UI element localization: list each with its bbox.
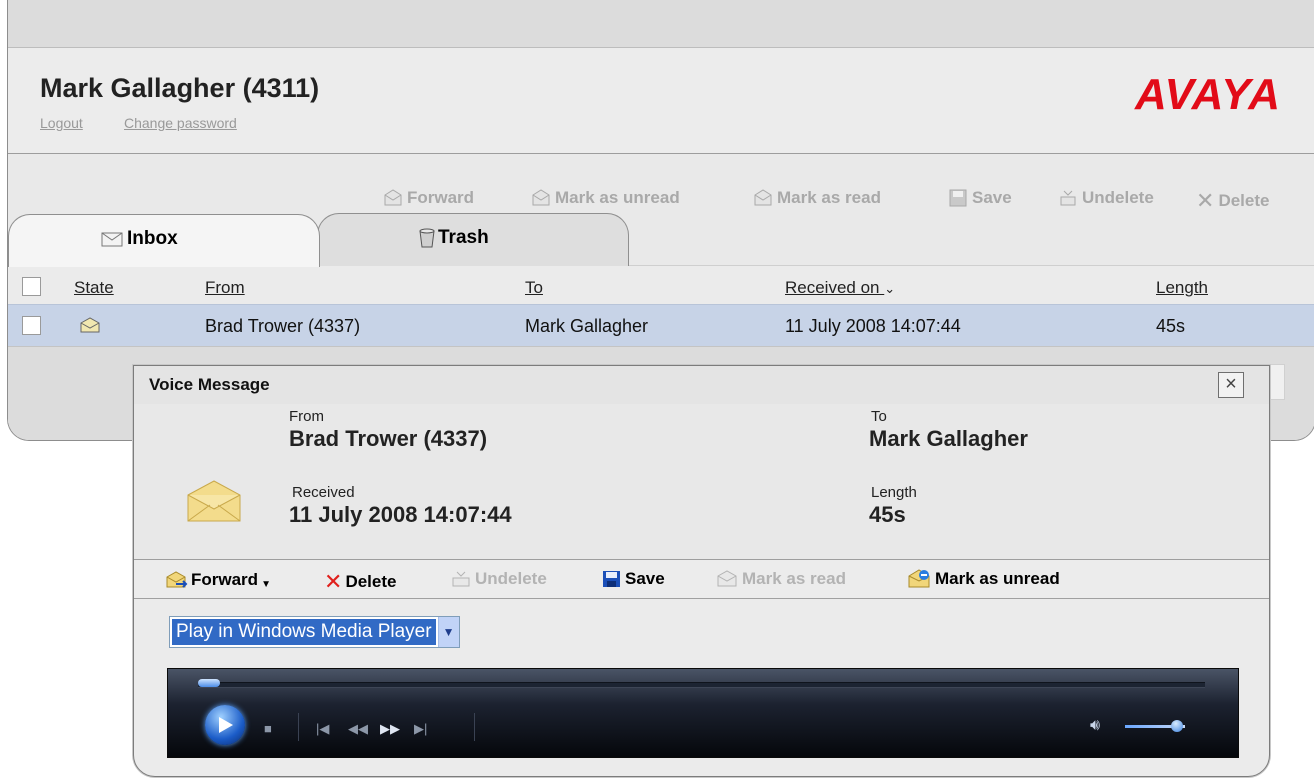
forward-icon [384, 189, 402, 206]
dialog-save-button[interactable]: Save [602, 569, 665, 589]
delete-icon: ✕ [324, 569, 343, 594]
delete-button[interactable]: ✕ Delete [1196, 188, 1269, 214]
column-length[interactable]: Length [1156, 278, 1208, 298]
media-player: ■ |◀ ◀◀ ▶▶ ▶| 🔊︎ [167, 668, 1239, 758]
logout-link[interactable]: Logout [40, 115, 83, 131]
play-button[interactable] [205, 705, 245, 745]
row-received: 11 July 2008 14:07:44 [785, 316, 961, 336]
tab-inbox-label: Inbox [127, 228, 178, 249]
envelope-icon [187, 480, 241, 522]
column-received-on-label: Received on [785, 278, 880, 297]
dialog-mark-read-button[interactable]: Mark as read [717, 569, 846, 589]
from-label: From [289, 408, 324, 425]
mark-unread-icon [532, 189, 550, 206]
dialog-save-label: Save [625, 569, 665, 588]
tab-inbox[interactable]: Inbox [8, 214, 320, 267]
save-button[interactable]: Save [948, 188, 1012, 208]
mark-read-icon [754, 189, 772, 206]
play-icon [219, 717, 233, 733]
mark-unread-icon [908, 569, 930, 588]
column-state[interactable]: State [74, 278, 114, 298]
save-label: Save [972, 188, 1012, 207]
length-value: 45s [869, 502, 906, 527]
length-label: Length [871, 484, 917, 501]
mark-unread-label: Mark as unread [555, 188, 680, 207]
volume-icon[interactable]: 🔊︎ [1090, 717, 1100, 735]
dialog-undelete-button[interactable]: Undelete [450, 569, 547, 589]
dialog-title: Voice Message [149, 375, 270, 394]
sort-chevron-icon: ⌄ [884, 281, 896, 296]
divider [474, 713, 475, 741]
player-select-value: Play in Windows Media Player [172, 619, 436, 645]
row-from: Brad Trower (4337) [205, 316, 361, 336]
undelete-icon [1060, 190, 1076, 206]
dialog-forward-label: Forward [191, 569, 259, 589]
tab-trash[interactable]: Trash [317, 213, 629, 266]
forward-label: Forward [407, 188, 475, 207]
forward-button[interactable]: Forward [383, 188, 474, 208]
header: Mark Gallagher (4311) Logout Change pass… [8, 47, 1314, 154]
user-name: Mark Gallagher (4311) [40, 73, 320, 103]
undelete-button[interactable]: Undelete [1058, 188, 1154, 208]
message-details: From Brad Trower (4337) To Mark Gallaghe… [134, 404, 1269, 560]
envelope-icon [80, 317, 100, 333]
trash-icon [419, 228, 435, 248]
received-value: 11 July 2008 14:07:44 [289, 502, 512, 527]
chevron-down-icon[interactable]: ▼ [437, 617, 459, 647]
seek-thumb[interactable] [198, 679, 220, 687]
next-icon[interactable]: ▶| [414, 721, 427, 737]
voice-message-dialog: Voice Message × From Brad Trower (4337) … [133, 365, 1270, 777]
from-value: Brad Trower (4337) [289, 426, 488, 451]
seek-bar[interactable] [198, 682, 1205, 688]
row-length: 45s [1156, 316, 1186, 336]
forward-icon [166, 570, 188, 588]
dialog-delete-label: Delete [345, 572, 397, 591]
mark-unread-button[interactable]: Mark as unread [531, 188, 680, 208]
mark-read-button[interactable]: Mark as read [753, 188, 881, 208]
delete-icon: ✕ [1196, 188, 1215, 213]
dialog-titlebar: Voice Message × [134, 366, 1269, 405]
undelete-icon [452, 571, 470, 587]
row-to: Mark Gallagher [525, 316, 649, 336]
to-value: Mark Gallagher [869, 426, 1028, 451]
received-label: Received [292, 484, 355, 501]
mark-read-label: Mark as read [777, 188, 881, 207]
dialog-mark-unread-button[interactable]: Mark as unread [908, 569, 1060, 589]
dialog-undelete-label: Undelete [475, 569, 547, 588]
to-label: To [871, 408, 887, 425]
dialog-delete-button[interactable]: ✕ Delete [324, 569, 396, 595]
avaya-logo: AVAYA [1135, 70, 1281, 119]
row-checkbox[interactable] [22, 316, 41, 335]
table-row[interactable]: Brad Trower (4337) Mark Gallagher 11 Jul… [8, 304, 1314, 347]
stop-icon[interactable]: ■ [264, 721, 272, 736]
fast-forward-icon[interactable]: ▶▶ [380, 721, 400, 737]
tab-trash-label: Trash [438, 227, 489, 248]
envelope-icon [101, 232, 123, 247]
dialog-forward-button[interactable]: Forward ▼ [166, 569, 271, 590]
mark-read-icon [717, 570, 737, 587]
close-button[interactable]: × [1218, 372, 1244, 398]
column-from[interactable]: From [205, 278, 245, 298]
column-to[interactable]: To [525, 278, 543, 298]
message-toolbar: Forward Mark as unread Mark as read Save… [8, 180, 1314, 216]
volume-thumb[interactable] [1171, 720, 1183, 732]
delete-label: Delete [1218, 191, 1270, 210]
dialog-mark-read-label: Mark as read [742, 569, 846, 588]
divider [298, 713, 299, 741]
save-icon [949, 189, 967, 207]
chevron-down-icon: ▼ [261, 579, 271, 590]
rewind-icon[interactable]: ◀◀ [348, 721, 368, 737]
previous-icon[interactable]: |◀ [316, 721, 329, 737]
dialog-toolbar: Forward ▼ ✕ Delete Undelete Save Mark as… [134, 560, 1269, 599]
change-password-link[interactable]: Change password [124, 115, 237, 131]
column-received-on[interactable]: Received on ⌄ [785, 278, 895, 298]
dialog-mark-unread-label: Mark as unread [935, 569, 1060, 588]
player-select[interactable]: Play in Windows Media Player ▼ [169, 616, 460, 648]
top-band [8, 0, 1314, 47]
undelete-label: Undelete [1082, 188, 1154, 207]
save-icon [603, 571, 620, 587]
select-all-checkbox[interactable] [22, 277, 41, 296]
